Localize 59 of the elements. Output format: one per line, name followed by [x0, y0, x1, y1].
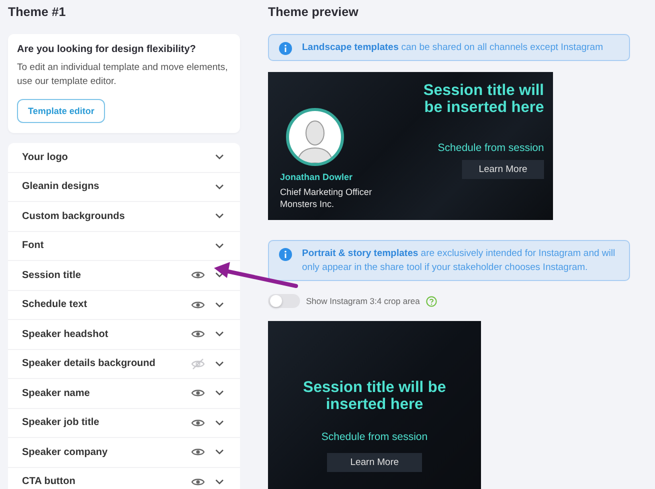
- preview-title: Theme preview: [268, 5, 360, 19]
- accordion-row[interactable]: Speaker details background: [8, 350, 240, 379]
- accordion-row[interactable]: Your logo: [8, 143, 240, 172]
- accordion-row[interactable]: Schedule text: [8, 290, 240, 320]
- chevron-down-icon[interactable]: [215, 184, 224, 190]
- toggle-switch[interactable]: [268, 294, 300, 308]
- eye-icon[interactable]: [191, 418, 205, 428]
- session-title: Session title will be inserted here: [422, 82, 544, 116]
- chevron-down-icon[interactable]: [215, 272, 224, 278]
- note-text: Portrait & story templates are exclusively intended for Instagram and will only appear in the share tool if your stakeholder chooses Instagram.: [302, 247, 616, 275]
- accordion-row[interactable]: Custom backgrounds: [8, 202, 240, 232]
- eye-icon[interactable]: [191, 388, 205, 398]
- row-label: Speaker details background: [22, 358, 156, 370]
- chevron-down-icon[interactable]: [215, 154, 224, 160]
- session-title: Session title will be inserted here: [302, 379, 447, 413]
- card-heading: Are you looking for design flexibility?: [17, 44, 197, 55]
- chevron-down-icon[interactable]: [215, 242, 224, 249]
- row-label: Session title: [22, 270, 82, 281]
- accordion-row[interactable]: CTA button: [8, 468, 240, 489]
- accordion-row[interactable]: Speaker name: [8, 379, 240, 408]
- accordion-row[interactable]: Speaker job title: [8, 408, 240, 438]
- chevron-down-icon[interactable]: [215, 213, 224, 220]
- eye-icon[interactable]: [191, 476, 205, 487]
- info-icon: [279, 42, 292, 55]
- chevron-down-icon[interactable]: [215, 302, 224, 308]
- accordion-row[interactable]: Speaker headshot: [8, 320, 240, 350]
- chevron-down-icon[interactable]: [215, 360, 224, 367]
- card-text: To edit an individual template and move elements, use our template editor.: [17, 61, 229, 89]
- row-label: CTA button: [22, 476, 76, 488]
- schedule-text: Schedule from session: [438, 142, 544, 154]
- eye-icon[interactable]: [191, 270, 205, 280]
- accordion-row[interactable]: Gleanin designs: [8, 172, 240, 202]
- eye-icon[interactable]: [191, 447, 205, 458]
- accordion-row[interactable]: Speaker company: [8, 438, 240, 468]
- info-icon: [279, 248, 292, 261]
- note-text: Landscape templates can be shared on all channels except Instagram: [302, 41, 604, 55]
- row-label: Speaker headshot: [22, 328, 110, 340]
- speaker-job-title: Chief Marketing Officer: [280, 186, 373, 198]
- row-label: Font: [22, 240, 45, 252]
- speaker-company: Monsters Inc.: [280, 198, 336, 210]
- theme-title: Theme #1: [8, 5, 67, 19]
- row-label: Speaker name: [22, 388, 91, 399]
- accordion-row[interactable]: Font: [8, 232, 240, 261]
- speaker-name: Jonathan Dowler: [280, 172, 354, 182]
- row-label: Schedule text: [22, 299, 88, 310]
- row-label: Gleanin designs: [22, 181, 100, 192]
- chevron-down-icon[interactable]: [215, 449, 224, 456]
- row-label: Custom backgrounds: [22, 210, 126, 222]
- toggle-label: Show Instagram 3:4 crop area: [306, 296, 420, 306]
- chevron-down-icon[interactable]: [215, 390, 224, 396]
- eye-icon[interactable]: [191, 300, 205, 310]
- row-label: Speaker company: [22, 446, 109, 458]
- schedule-text: Schedule from session: [321, 431, 428, 443]
- eye-icon[interactable]: [191, 329, 205, 340]
- row-label: Speaker job title: [22, 417, 100, 428]
- chevron-down-icon[interactable]: [215, 331, 224, 338]
- chevron-down-icon[interactable]: [215, 478, 224, 485]
- row-label: Your logo: [22, 152, 69, 163]
- chevron-down-icon[interactable]: [215, 420, 224, 426]
